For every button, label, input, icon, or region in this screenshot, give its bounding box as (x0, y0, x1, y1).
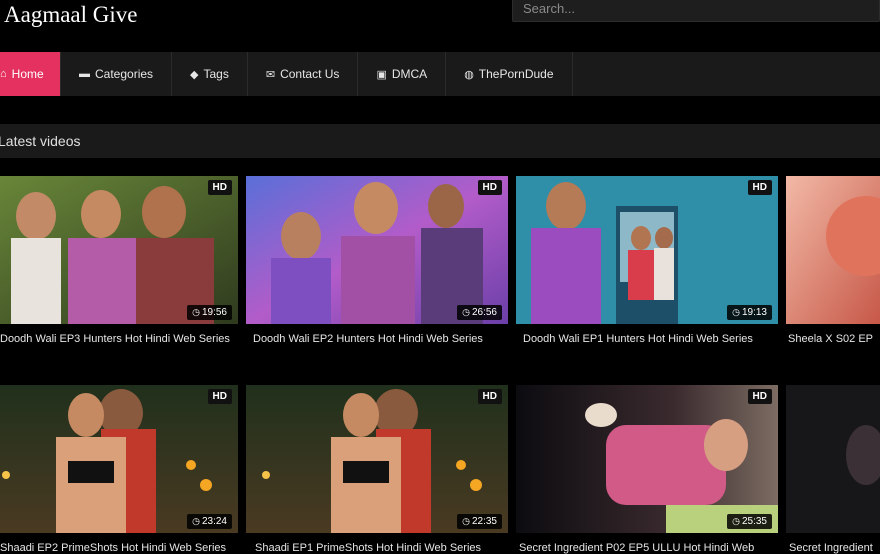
folder-icon: ▬ (79, 68, 90, 80)
nav-item-label: Categories (95, 67, 154, 81)
nav-item-theporndude[interactable]: ◍ ThePornDude (446, 52, 573, 96)
site-logo[interactable]: Aagmaal Give (0, 0, 168, 30)
hd-badge: HD (747, 180, 772, 195)
nav-item-dmca[interactable]: ▣ DMCA (358, 52, 447, 96)
thumbnail-image (246, 176, 508, 324)
thumbnail-image (516, 385, 778, 533)
clock-icon: ◷ (192, 516, 200, 526)
clock-icon: ◷ (732, 307, 740, 317)
duration-badge: ◷ 25:35 (727, 514, 772, 529)
hd-badge: HD (207, 180, 232, 195)
video-title[interactable]: Sheela X S02 EP (788, 333, 880, 345)
thumbnail-image (786, 176, 880, 324)
video-title[interactable]: Doodh Wali EP3 Hunters Hot Hindi Web Ser… (0, 333, 238, 345)
video-title[interactable]: Shaadi EP2 PrimeShots Hot Hindi Web Seri… (0, 542, 238, 554)
clock-icon: ◷ (462, 516, 470, 526)
duration-badge: ◷ 23:24 (187, 514, 232, 529)
nav-item-label: DMCA (391, 67, 428, 81)
home-icon: ⌂ (0, 68, 7, 80)
thumbnail-image (0, 176, 238, 324)
nav-item-label: Tags (203, 67, 229, 81)
thumbnail-image (246, 385, 508, 533)
duration-badge: ◷ 26:56 (457, 305, 502, 320)
video-thumbnail[interactable]: HD ◷ 19:13 (516, 176, 778, 324)
video-card[interactable]: HD ◷ 19:13 Doodh Wali EP1 Hunters Hot Hin… (516, 176, 778, 345)
hd-badge: HD (747, 389, 772, 404)
clock-icon: ◷ (462, 307, 470, 317)
video-thumbnail[interactable] (786, 385, 880, 533)
video-thumbnail[interactable] (786, 176, 880, 324)
nav-item-contact-us[interactable]: ✉ Contact Us (248, 52, 359, 96)
tag-icon: ◆ (190, 68, 199, 81)
video-title[interactable]: Shaadi EP1 PrimeShots Hot Hindi Web Seri… (255, 542, 508, 554)
nav-item-label: ThePornDude (478, 67, 554, 81)
nav-item-home[interactable]: ⌂ Home (0, 52, 61, 96)
search-input[interactable] (513, 0, 879, 21)
duration-badge: ◷ 22:35 (457, 514, 502, 529)
duration-text: 25:35 (741, 516, 767, 527)
thumbnail-image (0, 385, 238, 533)
duration-badge: ◷ 19:13 (727, 305, 772, 320)
search-box[interactable] (512, 0, 880, 22)
video-card[interactable]: HD ◷ 19:56 Doodh Wali EP3 Hunters Hot Hin… (0, 176, 238, 345)
main-nav: ⌂ Home ▬ Categories ◆ Tags ✉ Contact Us … (0, 52, 880, 96)
nav-item-categories[interactable]: ▬ Categories (61, 52, 173, 96)
video-card[interactable]: Sheela X S02 EP (786, 176, 880, 345)
thumbnail-image (516, 176, 778, 324)
section-header: Latest videos (0, 124, 880, 158)
duration-text: 22:35 (471, 516, 497, 527)
video-thumbnail[interactable]: HD ◷ 23:24 (0, 385, 238, 533)
video-title[interactable]: Secret Ingredient (789, 542, 880, 554)
video-card[interactable]: HD ◷ 26:56 Doodh Wali EP2 Hunters Hot Hin… (246, 176, 508, 345)
video-title[interactable]: Doodh Wali EP1 Hunters Hot Hindi Web Ser… (523, 333, 778, 345)
video-thumbnail[interactable]: HD ◷ 25:35 (516, 385, 778, 533)
nav-item-label: Contact Us (280, 67, 340, 81)
hd-badge: HD (477, 180, 502, 195)
video-card[interactable]: Secret Ingredient (786, 385, 880, 554)
duration-text: 26:56 (471, 307, 497, 318)
duration-badge: ◷ 19:56 (187, 305, 232, 320)
video-card[interactable]: HD ◷ 25:35 Secret Ingredient P02 EP5 ULLU… (516, 385, 778, 554)
duration-text: 19:13 (741, 307, 767, 318)
video-thumbnail[interactable]: HD ◷ 26:56 (246, 176, 508, 324)
section-title: Latest videos (0, 133, 81, 149)
clock-icon: ◷ (732, 516, 740, 526)
clock-icon: ◷ (192, 307, 200, 317)
nav-item-label: Home (11, 67, 44, 81)
video-card[interactable]: HD ◷ 22:35 Shaadi EP1 PrimeShots Hot Hind… (246, 385, 508, 554)
hd-badge: HD (477, 389, 502, 404)
duration-text: 19:56 (201, 307, 227, 318)
lock-icon: ▣ (376, 68, 387, 81)
thumbnail-image (786, 385, 880, 533)
video-title[interactable]: Doodh Wali EP2 Hunters Hot Hindi Web Ser… (253, 333, 508, 345)
duration-text: 23:24 (201, 516, 227, 527)
video-title[interactable]: Secret Ingredient P02 EP5 ULLU Hot Hindi… (519, 542, 778, 554)
hd-badge: HD (207, 389, 232, 404)
nav-item-tags[interactable]: ◆ Tags (172, 52, 248, 96)
video-card[interactable]: HD ◷ 23:24 Shaadi EP2 PrimeShots Hot Hind… (0, 385, 238, 554)
video-thumbnail[interactable]: HD ◷ 19:56 (0, 176, 238, 324)
globe-icon: ◍ (464, 68, 474, 81)
video-thumbnail[interactable]: HD ◷ 22:35 (246, 385, 508, 533)
envelope-icon: ✉ (265, 68, 276, 81)
